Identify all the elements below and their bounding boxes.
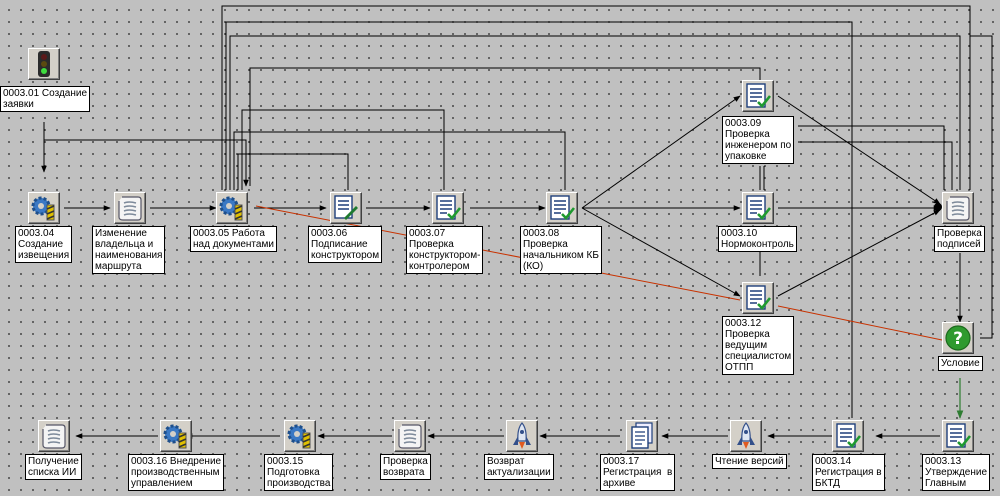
document-check-icon[interactable] bbox=[432, 192, 464, 224]
connector bbox=[233, 131, 566, 190]
node-label: Изменение владельца и наименования маршр… bbox=[92, 226, 166, 274]
gear-task-icon[interactable] bbox=[284, 420, 316, 452]
node-label: 0003.05 Работа над документами bbox=[190, 226, 277, 252]
connector bbox=[970, 35, 993, 339]
node-label: 0003.07 Проверка конструктором- контроле… bbox=[406, 226, 484, 274]
document-check-icon[interactable] bbox=[832, 420, 864, 452]
document-check-icon[interactable] bbox=[742, 282, 774, 314]
node-label: 0003.17 Регистрация в архиве bbox=[600, 454, 676, 491]
node-label: 0003.08 Проверка начальником КБ (КО) bbox=[520, 226, 602, 274]
connector bbox=[44, 139, 249, 187]
node-label: 0003.09 Проверка инженером по упаковке bbox=[722, 116, 795, 164]
connector bbox=[777, 209, 941, 297]
connector bbox=[777, 95, 941, 205]
node-label: Условие bbox=[938, 356, 983, 371]
gear-task-icon[interactable] bbox=[28, 192, 60, 224]
connector bbox=[221, 5, 971, 190]
node-label: 0003.13 Утверждение Главным bbox=[922, 454, 991, 491]
gear-task-icon[interactable] bbox=[160, 420, 192, 452]
node-label: 0003.10 Нормоконтроль bbox=[718, 226, 797, 252]
gear-task-icon[interactable] bbox=[216, 192, 248, 224]
document-check-icon[interactable] bbox=[546, 192, 578, 224]
connector bbox=[581, 207, 741, 297]
connector bbox=[581, 95, 741, 209]
document-stack-icon[interactable] bbox=[626, 420, 658, 452]
node-label: 0003.12 Проверка ведущим специалистом ОТ… bbox=[722, 316, 795, 375]
traffic-light-icon[interactable] bbox=[28, 48, 60, 80]
scroll-icon[interactable] bbox=[38, 420, 70, 452]
document-sign-icon[interactable] bbox=[330, 192, 362, 224]
node-label: 0003.14 Регистрация в БКТД bbox=[812, 454, 885, 491]
svg-text:?: ? bbox=[953, 329, 963, 349]
highlight-connector bbox=[777, 305, 943, 341]
connector bbox=[241, 109, 445, 190]
node-label: Получение списка ИИ bbox=[25, 454, 82, 480]
node-label: 0003.01 Создание заявки bbox=[0, 86, 91, 112]
scroll-icon[interactable] bbox=[394, 420, 426, 452]
document-check-icon[interactable] bbox=[942, 420, 974, 452]
question-icon[interactable]: ? bbox=[942, 322, 974, 354]
scroll-icon[interactable] bbox=[942, 192, 974, 224]
document-check-icon[interactable] bbox=[742, 80, 774, 112]
rocket-icon[interactable] bbox=[506, 420, 538, 452]
node-label: 0003.06 Подписание конструктором bbox=[308, 226, 383, 263]
node-label: Проверка подписей bbox=[934, 226, 985, 252]
node-label: 0003.16 Внедрение производственным управ… bbox=[128, 454, 225, 491]
connector bbox=[249, 67, 761, 186]
junction-dot bbox=[934, 203, 942, 211]
rocket-icon[interactable] bbox=[730, 420, 762, 452]
node-label: Проверка возврата bbox=[380, 454, 431, 480]
connector bbox=[229, 35, 961, 190]
node-label: Чтение версий bbox=[712, 454, 787, 469]
connector bbox=[798, 141, 953, 190]
document-check-icon[interactable] bbox=[742, 192, 774, 224]
node-label: Возврат актуализации bbox=[484, 454, 554, 480]
connector bbox=[237, 153, 349, 190]
scroll-icon[interactable] bbox=[114, 192, 146, 224]
node-label: 0003.15 Подготовка производства bbox=[264, 454, 334, 491]
node-label: 0003.04 Создание извещения bbox=[15, 226, 73, 263]
workflow-canvas[interactable]: 0003.01 Создание заявки 0003.04 Создание … bbox=[0, 0, 1000, 496]
